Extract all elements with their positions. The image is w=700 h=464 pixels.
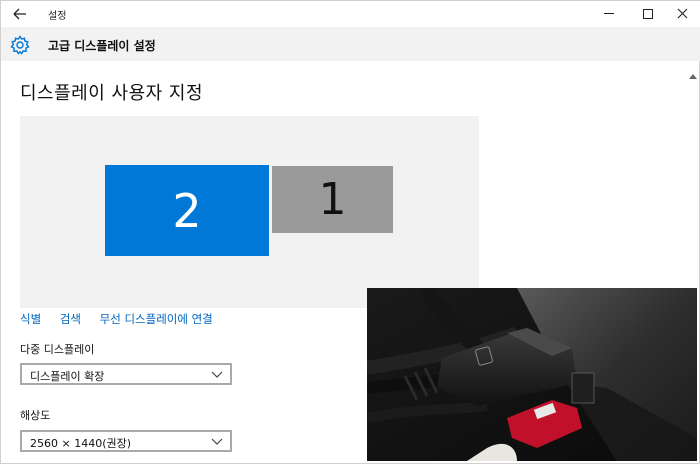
chevron-down-icon xyxy=(211,371,223,378)
display-arrangement-area[interactable]: 2 1 xyxy=(20,116,479,308)
detect-link[interactable]: 검색 xyxy=(60,312,81,326)
multi-display-label: 다중 디스플레이 xyxy=(20,343,95,356)
page-header: 고급 디스플레이 설정 xyxy=(1,27,700,61)
app-title: 설정 xyxy=(48,11,67,22)
header-title: 고급 디스플레이 설정 xyxy=(48,39,156,53)
back-button[interactable] xyxy=(9,4,31,24)
monitor-2-number: 2 xyxy=(172,183,202,238)
settings-window: 설정 고급 디스플레이 설정 디스플레이 사용자 지정 2 1 식별 검색 무선… xyxy=(0,0,700,464)
monitor-1-number: 1 xyxy=(318,174,347,225)
close-icon xyxy=(677,8,688,19)
back-arrow-icon xyxy=(13,8,26,20)
minimize-icon xyxy=(604,13,614,14)
chevron-up-icon xyxy=(689,74,697,79)
title-bar: 설정 xyxy=(1,1,700,27)
scroll-up-arrow[interactable] xyxy=(689,64,697,79)
display-links: 식별 검색 무선 디스플레이에 연결 xyxy=(20,311,228,327)
minimize-button[interactable] xyxy=(591,1,625,27)
multi-display-value: 디스플레이 확장 xyxy=(30,370,105,383)
resolution-select[interactable]: 2560 × 1440(권장) xyxy=(20,430,232,452)
gear-icon xyxy=(10,35,30,55)
monitor-2-tile[interactable]: 2 xyxy=(105,165,269,256)
displayport-cable-photo xyxy=(367,288,697,461)
multi-display-select[interactable]: 디스플레이 확장 xyxy=(20,363,232,385)
page-title: 디스플레이 사용자 지정 xyxy=(20,83,204,104)
maximize-icon xyxy=(643,9,653,19)
resolution-label: 해상도 xyxy=(20,409,51,422)
maximize-button[interactable] xyxy=(629,1,663,27)
wireless-display-link[interactable]: 무선 디스플레이에 연결 xyxy=(100,312,213,326)
identify-link[interactable]: 식별 xyxy=(20,312,41,326)
monitor-1-tile[interactable]: 1 xyxy=(272,166,393,233)
close-button[interactable] xyxy=(665,1,699,27)
resolution-value: 2560 × 1440(권장) xyxy=(30,437,132,450)
chevron-down-icon xyxy=(211,438,223,445)
